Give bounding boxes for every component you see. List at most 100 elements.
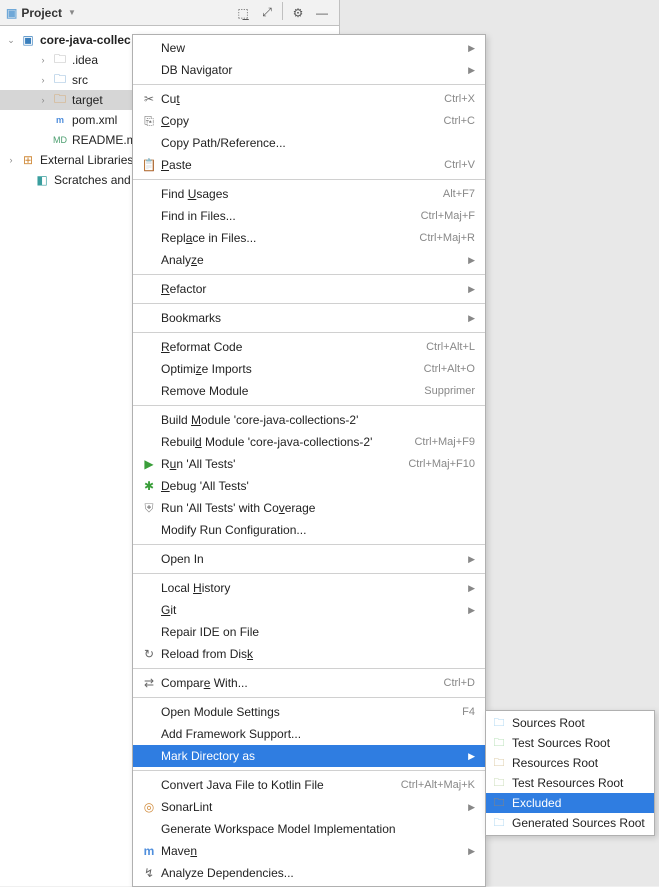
file-icon: m <box>52 115 68 125</box>
menu-item[interactable]: Rebuild Module 'core-java-collections-2'… <box>133 431 485 453</box>
folder-icon: ▣ <box>20 33 36 47</box>
divider <box>282 2 283 20</box>
menu-item[interactable]: Local History▶ <box>133 577 485 599</box>
menu-item[interactable]: ✱Debug 'All Tests' <box>133 475 485 497</box>
library-icon: ⊞ <box>20 153 36 167</box>
menu-label: Optimize Imports <box>161 362 424 376</box>
menu-item[interactable]: Repair IDE on File <box>133 621 485 643</box>
menu-separator <box>133 274 485 275</box>
menu-item[interactable]: ⎘CopyCtrl+C <box>133 110 485 132</box>
menu-icon: ⎘ <box>137 114 161 129</box>
submenu-item[interactable]: 🗀Excluded <box>486 793 654 813</box>
menu-item[interactable]: ✂CutCtrl+X <box>133 88 485 110</box>
menu-item[interactable]: Convert Java File to Kotlin FileCtrl+Alt… <box>133 774 485 796</box>
menu-item[interactable]: Open Module SettingsF4 <box>133 701 485 723</box>
menu-item[interactable]: Remove ModuleSupprimer <box>133 380 485 402</box>
menu-separator <box>133 405 485 406</box>
submenu-item[interactable]: 🗀 Test Sources Root <box>486 733 654 753</box>
menu-label: Find in Files... <box>161 209 421 223</box>
panel-title[interactable]: ▣ Project ▼ <box>6 6 232 20</box>
menu-label: Remove Module <box>161 384 424 398</box>
menu-item[interactable]: Optimize ImportsCtrl+Alt+O <box>133 358 485 380</box>
chevron-right-icon: ▶ <box>468 583 475 594</box>
menu-label: Maven <box>161 844 464 858</box>
submenu-label: Excluded <box>512 796 561 810</box>
menu-icon: ↻ <box>137 647 161 661</box>
menu-item[interactable]: Reformat CodeCtrl+Alt+L <box>133 336 485 358</box>
folder-icon: 🗀 <box>490 734 508 753</box>
menu-label: Copy <box>161 114 444 128</box>
menu-label: SonarLint <box>161 800 464 814</box>
folder-icon: 🗀 <box>490 714 508 733</box>
chevron-down-icon: ▼ <box>68 8 76 17</box>
menu-label: Find Usages <box>161 187 443 201</box>
menu-item[interactable]: Analyze▶ <box>133 249 485 271</box>
submenu-item[interactable]: 🗀Resources Root <box>486 753 654 773</box>
menu-item[interactable]: Generate Workspace Model Implementation <box>133 818 485 840</box>
settings-button[interactable]: ⚙ <box>287 2 309 24</box>
shortcut: F4 <box>462 706 475 718</box>
menu-item[interactable]: Git▶ <box>133 599 485 621</box>
menu-item[interactable]: Replace in Files...Ctrl+Maj+R <box>133 227 485 249</box>
chevron-right-icon: ▶ <box>468 605 475 616</box>
hide-button[interactable]: — <box>311 2 333 24</box>
expand-all-button[interactable]: ⤢ <box>256 2 278 24</box>
chevron-right-icon: ▶ <box>468 284 475 295</box>
tree-root-label: core-java-collec <box>40 33 131 47</box>
menu-item[interactable]: ⇄Compare With...Ctrl+D <box>133 672 485 694</box>
menu-item[interactable]: Refactor▶ <box>133 278 485 300</box>
menu-item[interactable]: Open In▶ <box>133 548 485 570</box>
menu-item[interactable]: ↻Reload from Disk <box>133 643 485 665</box>
shortcut: Ctrl+Maj+F9 <box>414 436 475 448</box>
menu-item[interactable]: Bookmarks▶ <box>133 307 485 329</box>
menu-icon: ✱ <box>137 479 161 493</box>
shortcut: Ctrl+Maj+F <box>421 210 475 222</box>
menu-item[interactable]: Copy Path/Reference... <box>133 132 485 154</box>
menu-label: Analyze <box>161 253 464 267</box>
tree-label: target <box>72 93 103 107</box>
menu-item[interactable]: ⛨Run 'All Tests' with Coverage <box>133 497 485 519</box>
shortcut: Ctrl+Alt+Maj+K <box>401 779 475 791</box>
submenu-item[interactable]: 🗀Sources Root <box>486 713 654 733</box>
submenu-item[interactable]: 🗀Test Resources Root <box>486 773 654 793</box>
scratch-icon: ◧ <box>34 173 50 187</box>
select-opened-button[interactable]: ⬚̲ <box>232 2 254 24</box>
menu-label: Reformat Code <box>161 340 426 354</box>
menu-item[interactable]: Add Framework Support... <box>133 723 485 745</box>
menu-item[interactable]: ◎SonarLint▶ <box>133 796 485 818</box>
folder-icon: 🗀 <box>52 70 68 91</box>
shortcut: Ctrl+C <box>444 115 475 127</box>
menu-separator <box>133 332 485 333</box>
submenu-label: Test Sources Root <box>512 736 610 750</box>
mark-directory-submenu[interactable]: 🗀Sources Root🗀Test Sources Root🗀Resource… <box>485 710 655 836</box>
menu-item[interactable]: Find in Files...Ctrl+Maj+F <box>133 205 485 227</box>
menu-item[interactable]: DB Navigator▶ <box>133 59 485 81</box>
menu-icon: ↯ <box>137 866 161 880</box>
menu-icon: ▶ <box>137 457 161 471</box>
menu-item[interactable]: 📋PasteCtrl+V <box>133 154 485 176</box>
menu-item[interactable]: Modify Run Configuration... <box>133 519 485 541</box>
chevron-down-icon: ⌄ <box>6 35 16 46</box>
submenu-item[interactable]: 🗀Generated Sources Root <box>486 813 654 833</box>
menu-label: Debug 'All Tests' <box>161 479 475 493</box>
panel-toolbar: ⬚̲ ⤢ ⚙ — <box>232 2 333 24</box>
shortcut: Ctrl+Alt+L <box>426 341 475 353</box>
chevron-right-icon: ▶ <box>468 802 475 813</box>
menu-item[interactable]: ↯Analyze Dependencies... <box>133 862 485 884</box>
menu-item[interactable]: ▶Run 'All Tests'Ctrl+Maj+F10 <box>133 453 485 475</box>
menu-separator <box>133 544 485 545</box>
menu-separator <box>133 303 485 304</box>
menu-label: DB Navigator <box>161 63 464 77</box>
menu-item[interactable]: Find UsagesAlt+F7 <box>133 183 485 205</box>
menu-icon: ⇄ <box>137 676 161 690</box>
shortcut: Supprimer <box>424 385 475 397</box>
folder-icon: 🗀 <box>490 754 508 773</box>
menu-icon: ✂ <box>137 92 161 106</box>
context-menu[interactable]: New▶DB Navigator▶✂CutCtrl+X⎘CopyCtrl+CCo… <box>132 34 486 887</box>
menu-item[interactable]: Build Module 'core-java-collections-2' <box>133 409 485 431</box>
menu-item[interactable]: Mark Directory as▶ <box>133 745 485 767</box>
menu-item[interactable]: mMaven▶ <box>133 840 485 862</box>
menu-label: Analyze Dependencies... <box>161 866 475 880</box>
chevron-right-icon: ▶ <box>468 43 475 54</box>
menu-item[interactable]: New▶ <box>133 37 485 59</box>
